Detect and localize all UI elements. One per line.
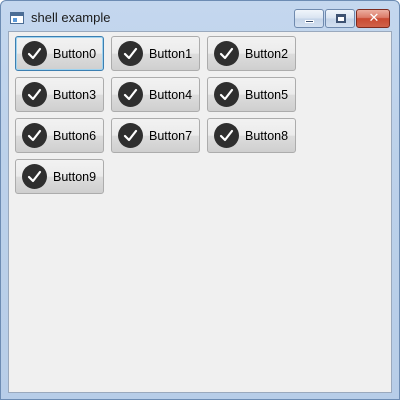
minimize-icon	[305, 20, 314, 23]
close-icon: ✕	[368, 11, 380, 26]
minimize-button[interactable]	[294, 9, 324, 28]
check-circle-icon	[214, 123, 239, 148]
window-title: shell example	[31, 10, 111, 25]
check-circle-icon	[22, 82, 47, 107]
app-window: shell example ✕ Button0 Button1 Button2	[0, 0, 400, 400]
check-circle-icon	[118, 41, 143, 66]
maximize-button[interactable]	[325, 9, 355, 28]
button-2[interactable]: Button2	[207, 36, 296, 71]
client-area: Button0 Button1 Button2 Button3 Button4 …	[8, 31, 392, 393]
button-label: Button4	[149, 87, 193, 102]
button-label: Button2	[245, 46, 289, 61]
button-label: Button7	[149, 128, 193, 143]
close-button[interactable]: ✕	[356, 9, 390, 28]
button-grid: Button0 Button1 Button2 Button3 Button4 …	[15, 36, 305, 196]
button-7[interactable]: Button7	[111, 118, 200, 153]
button-5[interactable]: Button5	[207, 77, 296, 112]
button-8[interactable]: Button8	[207, 118, 296, 153]
button-label: Button1	[149, 46, 193, 61]
check-circle-icon	[214, 41, 239, 66]
button-label: Button8	[245, 128, 289, 143]
button-label: Button3	[53, 87, 97, 102]
button-6[interactable]: Button6	[15, 118, 104, 153]
check-circle-icon	[22, 123, 47, 148]
check-circle-icon	[22, 164, 47, 189]
app-icon[interactable]	[10, 12, 24, 24]
title-bar[interactable]: shell example ✕	[1, 1, 399, 31]
maximize-icon	[336, 14, 346, 23]
button-1[interactable]: Button1	[111, 36, 200, 71]
check-circle-icon	[118, 82, 143, 107]
check-circle-icon	[118, 123, 143, 148]
button-label: Button5	[245, 87, 289, 102]
button-label: Button6	[53, 128, 97, 143]
button-9[interactable]: Button9	[15, 159, 104, 194]
button-label: Button9	[53, 169, 97, 184]
button-4[interactable]: Button4	[111, 77, 200, 112]
check-circle-icon	[214, 82, 239, 107]
button-label: Button0	[53, 46, 97, 61]
button-0[interactable]: Button0	[15, 36, 104, 71]
button-3[interactable]: Button3	[15, 77, 104, 112]
check-circle-icon	[22, 41, 47, 66]
